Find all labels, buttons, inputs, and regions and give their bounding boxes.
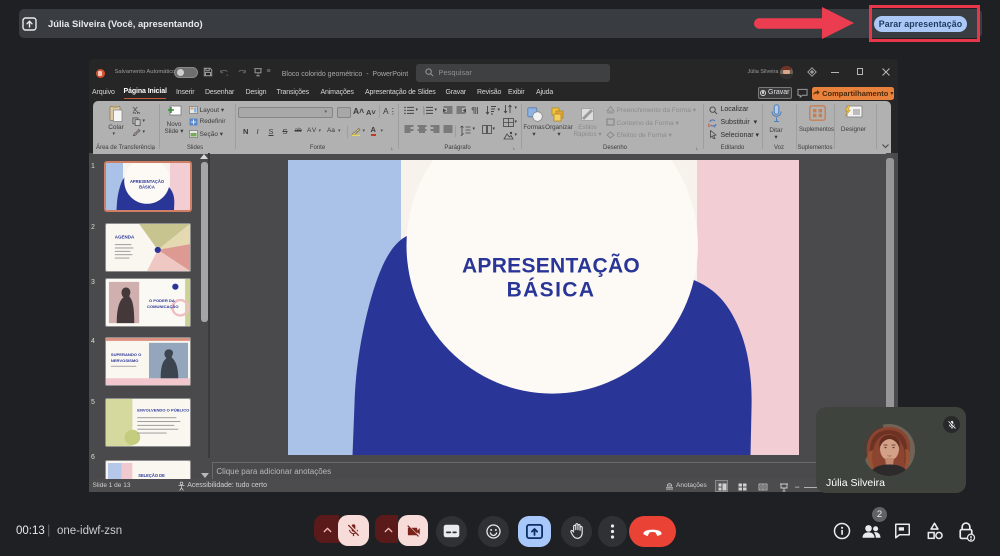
svg-text:COMUNICAÇÃO: COMUNICAÇÃO xyxy=(147,304,179,309)
svg-text:BÁSICA: BÁSICA xyxy=(506,276,595,301)
svg-text:APRESENTAÇÃO: APRESENTAÇÃO xyxy=(130,179,165,184)
svg-text:O PODER DA: O PODER DA xyxy=(149,298,175,303)
svg-text:BÁSICA: BÁSICA xyxy=(139,184,155,189)
svg-text:AGENDA: AGENDA xyxy=(115,234,135,239)
svg-text:ENVOLVENDO O PÚBLICO: ENVOLVENDO O PÚBLICO xyxy=(137,408,189,413)
svg-text:NERVOSISMO: NERVOSISMO xyxy=(111,358,139,363)
svg-text:SELEÇÃO DE: SELEÇÃO DE xyxy=(138,472,165,477)
svg-text:SUPERANDO O: SUPERANDO O xyxy=(111,352,141,357)
svg-text:3: 3 xyxy=(423,111,425,115)
svg-text:APRESENTAÇÃO: APRESENTAÇÃO xyxy=(461,252,639,277)
svg-text:b: b xyxy=(708,123,711,128)
